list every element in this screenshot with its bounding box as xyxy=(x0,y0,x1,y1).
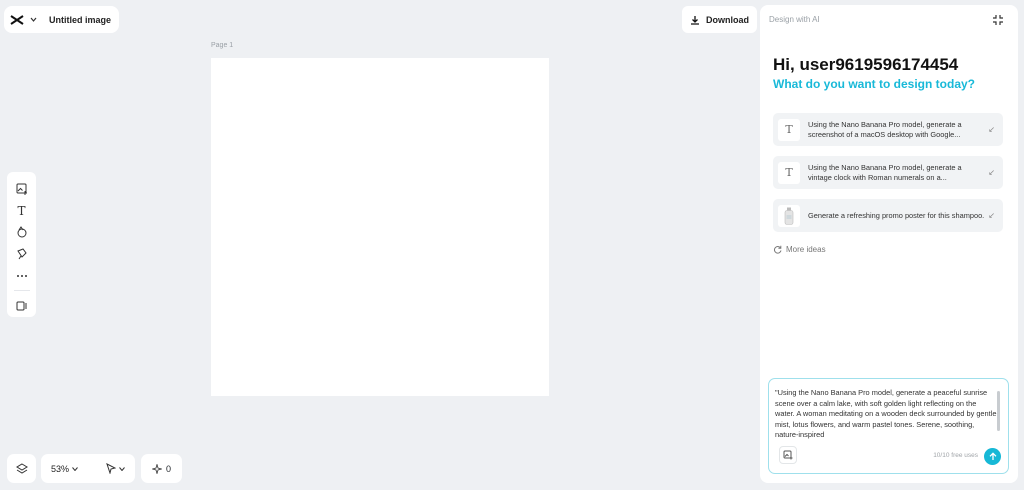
refresh-icon xyxy=(774,245,782,254)
download-icon xyxy=(690,15,700,25)
suggestion-card[interactable]: T Using the Nano Banana Pro model, gener… xyxy=(773,113,1003,146)
toolbar-divider xyxy=(13,290,30,292)
arrow-down-left-icon: ↙ xyxy=(988,211,995,220)
more-ideas-button[interactable]: More ideas xyxy=(773,245,826,254)
image-add-icon xyxy=(16,183,27,195)
shapes-tool[interactable] xyxy=(11,221,33,243)
greeting-heading: Hi, user9619596174454 xyxy=(773,55,959,74)
resize-icon xyxy=(16,301,26,311)
suggestion-card[interactable]: Generate a refreshing promo poster for t… xyxy=(773,199,1003,232)
capcut-logo-icon[interactable] xyxy=(10,14,24,25)
text-icon: T xyxy=(778,118,800,141)
chevron-down-icon xyxy=(72,466,78,471)
layers-button[interactable] xyxy=(7,454,36,483)
sparkle-icon xyxy=(151,463,162,474)
download-button[interactable]: Download xyxy=(682,6,757,33)
cursor-icon xyxy=(106,463,116,474)
add-image-tool[interactable] xyxy=(11,178,33,200)
arrow-down-left-icon: ↙ xyxy=(988,125,995,134)
shapes-icon xyxy=(17,226,26,238)
attach-image-button[interactable] xyxy=(779,446,797,464)
download-label: Download xyxy=(706,14,749,25)
arrow-up-icon xyxy=(989,452,996,460)
more-ideas-label: More ideas xyxy=(786,245,826,254)
document-title[interactable]: Untitled image xyxy=(49,15,111,25)
zoom-dropdown[interactable]: 53% xyxy=(51,464,78,474)
prompt-input[interactable]: "Using the Nano Banana Pro model, genera… xyxy=(775,388,997,440)
zoom-controls: 53% xyxy=(41,454,135,483)
greeting-subheading: What do you want to design today? xyxy=(773,77,975,91)
elements-tool[interactable] xyxy=(11,243,33,265)
panel-header: Design with AI xyxy=(769,15,820,24)
design-canvas[interactable] xyxy=(211,58,549,396)
suggestion-text: Generate a refreshing promo poster for t… xyxy=(808,210,985,220)
shampoo-thumbnail xyxy=(778,204,800,227)
left-toolbar: T xyxy=(7,172,36,317)
arrow-down-left-icon: ↙ xyxy=(988,168,995,177)
suggestion-text: Using the Nano Banana Pro model, generat… xyxy=(808,162,962,182)
send-button[interactable] xyxy=(984,448,1001,465)
more-tools[interactable] xyxy=(11,265,33,287)
page-label: Page 1 xyxy=(211,42,234,49)
suggestion-text: Using the Nano Banana Pro model, generat… xyxy=(808,119,962,139)
free-uses-counter: 10/10 free uses xyxy=(933,452,978,459)
collapse-icon[interactable] xyxy=(992,14,1004,26)
text-icon: T xyxy=(778,161,800,184)
image-add-icon xyxy=(783,450,793,460)
chevron-down-icon xyxy=(119,466,125,471)
chevron-down-icon[interactable] xyxy=(30,17,37,22)
pointer-mode-dropdown[interactable] xyxy=(106,463,125,474)
text-tool[interactable]: T xyxy=(11,200,33,222)
zoom-value: 53% xyxy=(51,463,70,474)
topbar: Untitled image xyxy=(4,6,120,33)
prompt-box: "Using the Nano Banana Pro model, genera… xyxy=(768,378,1009,474)
text-icon: T xyxy=(17,203,26,218)
suggestion-card[interactable]: T Using the Nano Banana Pro model, gener… xyxy=(773,156,1003,189)
resize-tool[interactable] xyxy=(11,295,33,317)
credits-button[interactable]: 0 xyxy=(141,454,182,483)
prompt-scrollbar[interactable] xyxy=(997,391,1000,431)
layers-icon xyxy=(15,462,28,474)
elements-icon xyxy=(16,248,27,260)
credits-count: 0 xyxy=(165,463,171,474)
more-dots-icon xyxy=(16,274,27,277)
ai-design-panel: Design with AI Hi, user9619596174454 Wha… xyxy=(760,5,1018,483)
